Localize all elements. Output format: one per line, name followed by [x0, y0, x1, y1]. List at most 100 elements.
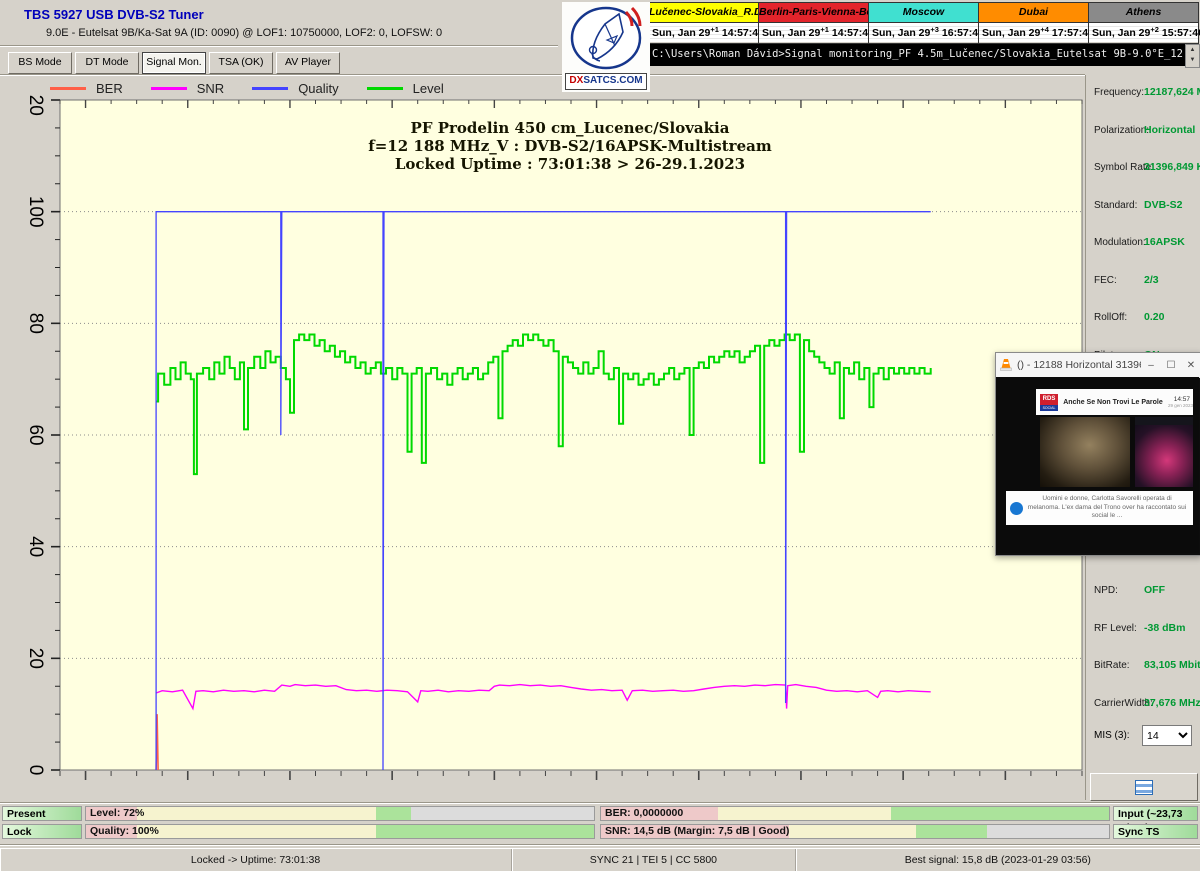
utc-offset: +2 [1150, 25, 1159, 34]
bar-label: BER: 0,0000000 [605, 807, 683, 820]
scroll-up-icon[interactable]: ▲ [1186, 45, 1199, 55]
command-prompt[interactable]: C:\Users\Roman Dávid>Signal monitoring_P… [648, 44, 1189, 66]
song-title-wrap: Anche Se Non Trovi Le Parole [1058, 399, 1168, 406]
chart-title-line3: Locked Uptime : 73:01:38 > 26-29.1.2023 [210, 155, 930, 173]
legend-line-snr [151, 87, 187, 90]
broadcast-clock: 14:57 29 gen 2023 [1168, 396, 1193, 408]
param-value: 37,676 MHz [1144, 697, 1200, 709]
satellite-dish-icon [563, 2, 649, 72]
tab-bs-mode[interactable]: BS Mode [8, 52, 72, 74]
svg-text:60: 60 [25, 424, 46, 445]
param-label: Modulation: [1094, 237, 1146, 248]
tab-tsa-ok-[interactable]: TSA (OK) [209, 52, 273, 74]
right-box: Input (~23,73 Mbps) [1113, 806, 1198, 821]
bar-label: Quality: 100% [90, 825, 159, 838]
thumb-header-bar [1135, 417, 1193, 425]
svg-text:120: 120 [25, 95, 46, 116]
bar-segment [137, 807, 376, 820]
bar-segment [987, 825, 1109, 838]
param-value: DVB-S2 [1144, 199, 1183, 211]
scroll-down-icon[interactable]: ▼ [1186, 55, 1199, 65]
clock-time: 14:57:40 [722, 27, 764, 39]
sidebar-param-npd: NPD: OFF [1086, 585, 1200, 601]
clock-time-row: Sun, Jan 29+114:57:40 [759, 23, 868, 42]
indicator-row-2: Lock Quality: 100% SNR: 14,5 dB (Margin: 7… [0, 824, 1200, 841]
vlc-video-area[interactable]: RDS SOCIAL TV Anche Se Non Trovi Le Paro… [996, 377, 1199, 553]
vlc-window-title: () - 12188 Horizontal 31396,849... [1017, 359, 1141, 371]
progress-bar: SNR: 14,5 dB (Margin: 7,5 dB | Good) [600, 824, 1110, 839]
clock-time: 16:57:40 [942, 27, 984, 39]
sidebar-param-symbolrate: Symbol Rate:31396,849 KS/s [1086, 162, 1200, 178]
vlc-window: () - 12188 Horizontal 31396,849... – ☐ ✕… [995, 352, 1200, 556]
legend-line-quality [252, 87, 288, 90]
bar-segment [376, 825, 594, 838]
bar-segment [891, 807, 1109, 820]
clock-date: Sun, Jan 29 [982, 27, 1040, 39]
chart-canvas: 020406080100120 [0, 95, 1085, 800]
param-label: NPD: [1094, 585, 1118, 596]
status-sync-counters: SYNC 21 | TEI 5 | CC 5800 [512, 849, 796, 871]
broadcast-header: RDS SOCIAL TV Anche Se Non Trovi Le Paro… [1036, 389, 1193, 415]
tab-av-player[interactable]: AV Player [276, 52, 340, 74]
sidebar-param-bitrate: BitRate:83,105 Mbit/s [1086, 660, 1200, 676]
bar-segment [376, 807, 412, 820]
indicators-divider [0, 802, 1200, 804]
clock-moscow: MoscowSun, Jan 29+316:57:40 [869, 3, 979, 43]
sidebar-param-rflevel: RF Level:-38 dBm [1086, 623, 1200, 639]
param-value: 83,105 Mbit/s [1144, 659, 1200, 671]
clock-time-row: Sun, Jan 29+417:57:40 [979, 23, 1088, 42]
clock-date: Sun, Jan 29 [1092, 27, 1150, 39]
clock-time-row: Sun, Jan 29+215:57:40 [1089, 23, 1198, 42]
signal-monitor-chart: 020406080100120 PF Prodelin 450 cm_Lucen… [0, 95, 1085, 800]
clock-berlin-paris-vienna-belgrade: Berlin-Paris-Vienna-BelgradeSun, Jan 29+… [759, 3, 869, 43]
bar-label: Level: 72% [90, 807, 144, 820]
close-icon[interactable]: ✕ [1181, 360, 1200, 371]
tabstrip-divider [0, 74, 1085, 76]
terminal-scrollbar[interactable]: ▲ ▼ [1185, 44, 1200, 68]
news-ticker-icon [1010, 502, 1023, 515]
clock-time-row: Sun, Jan 29+114:57:40 [649, 23, 758, 42]
bar-label: SNR: 14,5 dB (Margin: 7,5 dB | Good) [605, 825, 789, 838]
indicator-row-1: PresentLevel: 72%BER: 0,0000000Input (~2… [0, 806, 1200, 823]
param-label: Standard: [1094, 200, 1137, 211]
mis-select[interactable]: 14 [1142, 725, 1192, 746]
chart-legend: BERSNRQualityLevel [50, 81, 444, 96]
clock-city-label: Berlin-Paris-Vienna-Belgrade [759, 3, 868, 23]
secondary-video-frame [1135, 417, 1193, 487]
param-value: 0.20 [1144, 311, 1164, 323]
chart-title-line2: f=12 188 MHz_V : DVB-S2/16APSK-Multistre… [210, 137, 930, 155]
broadcast-time: 14:57 [1168, 396, 1190, 403]
param-value: OFF [1144, 584, 1165, 596]
song-title: Anche Se Non Trovi Le Parole [1058, 399, 1168, 406]
clock-date: Sun, Jan 29 [762, 27, 820, 39]
mis-label: MIS (3): [1094, 730, 1130, 741]
param-label: RollOff: [1094, 312, 1127, 323]
status-box-lock: Lock [2, 824, 82, 839]
utc-offset: +3 [930, 25, 939, 34]
maximize-icon[interactable]: ☐ [1161, 360, 1181, 371]
news-ticker-text: Uomini e donne, Carlotta Savorelli opera… [1027, 495, 1193, 521]
legend-label: SNR [197, 81, 224, 96]
logo-wordmark: DXSATCS.COM [565, 73, 647, 90]
param-label: Frequency: [1094, 87, 1144, 98]
stream-list-button[interactable] [1090, 773, 1198, 801]
right-box: Sync TS [1113, 824, 1198, 839]
legend-line-ber [50, 87, 86, 90]
clock-date: Sun, Jan 29 [652, 27, 710, 39]
vlc-cone-icon [999, 358, 1013, 372]
progress-bar: Quality: 100% [85, 824, 595, 839]
sidebar-param-frequency: Frequency:12187,624 MHz [1086, 87, 1200, 103]
svg-text:80: 80 [25, 313, 46, 334]
svg-text:100: 100 [25, 196, 46, 228]
legend-label: BER [96, 81, 123, 96]
tab-dt-mode[interactable]: DT Mode [75, 52, 139, 74]
vlc-titlebar[interactable]: () - 12188 Horizontal 31396,849... – ☐ ✕ [996, 353, 1200, 378]
status-best-signal: Best signal: 15,8 dB (2023-01-29 03:56) [796, 849, 1200, 871]
minimize-icon[interactable]: – [1141, 360, 1161, 371]
dxsatcs-logo: DXSATCS.COM [562, 2, 650, 92]
clock-city-label: Moscow [869, 3, 978, 23]
tab-signal-mon-[interactable]: Signal Mon. [142, 52, 206, 74]
app-title: TBS 5927 USB DVB-S2 Tuner [24, 7, 204, 22]
sidebar-param-standard: Standard: DVB-S2 [1086, 200, 1200, 216]
clock-city-label: Dubai [979, 3, 1088, 23]
